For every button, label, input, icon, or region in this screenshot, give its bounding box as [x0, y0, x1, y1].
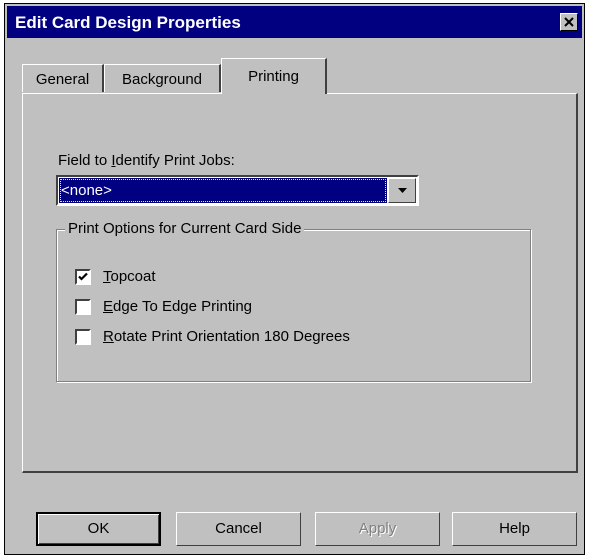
tab-printing[interactable]: Printing	[221, 58, 327, 94]
topcoat-rest: opcoat	[110, 268, 156, 285]
tab-printing-label: Printing	[248, 68, 299, 85]
edge-to-edge-accel: E	[103, 298, 114, 315]
group-title: Print Options for Current Card Side	[65, 220, 305, 237]
print-options-group: Print Options for Current Card Side Topc…	[56, 220, 531, 382]
tab-general-label: General	[35, 71, 90, 88]
dialog-window: Edit Card Design Properties General Back…	[4, 3, 585, 555]
window-title: Edit Card Design Properties	[15, 13, 241, 32]
tab-background-label: Background	[121, 71, 203, 88]
edge-to-edge-label: Edge To Edge Printing	[103, 298, 252, 315]
rotate-orientation-rest: otate Print Orientation 180 Degrees	[113, 328, 350, 345]
dropdown-arrow-button[interactable]	[388, 178, 416, 203]
apply-button[interactable]: Apply	[315, 512, 440, 546]
close-icon	[564, 17, 574, 27]
tab-general[interactable]: General	[22, 64, 104, 92]
help-button[interactable]: Help	[452, 512, 577, 546]
close-button[interactable]	[560, 13, 578, 31]
print-job-field-dropdown[interactable]: <none>	[56, 175, 419, 206]
edge-to-edge-checkbox[interactable]	[75, 299, 91, 315]
tab-background[interactable]: Background	[104, 64, 221, 92]
cancel-button[interactable]: Cancel	[176, 512, 301, 546]
rotate-orientation-accel: R	[103, 328, 114, 345]
title-bar[interactable]: Edit Card Design Properties	[7, 6, 582, 38]
printing-tab-panel: Field to Identify Print Jobs: <none> Pri…	[22, 93, 578, 473]
rotate-orientation-label: Rotate Print Orientation 180 Degrees	[103, 328, 350, 345]
field-label-prefix: Field to	[58, 152, 112, 169]
topcoat-label: Topcoat	[103, 268, 156, 285]
topcoat-checkbox[interactable]	[75, 269, 91, 285]
rotate-orientation-checkbox[interactable]	[75, 329, 91, 345]
field-label-suffix: dentify Print Jobs:	[115, 152, 235, 169]
chevron-down-icon	[398, 188, 407, 193]
field-identify-label: Field to Identify Print Jobs:	[58, 152, 235, 169]
topcoat-accel: T	[103, 268, 111, 285]
dropdown-selected-value: <none>	[59, 178, 387, 203]
edge-to-edge-rest: dge To Edge Printing	[113, 298, 253, 315]
ok-button[interactable]: OK	[36, 512, 161, 546]
checkmark-icon	[78, 272, 88, 281]
